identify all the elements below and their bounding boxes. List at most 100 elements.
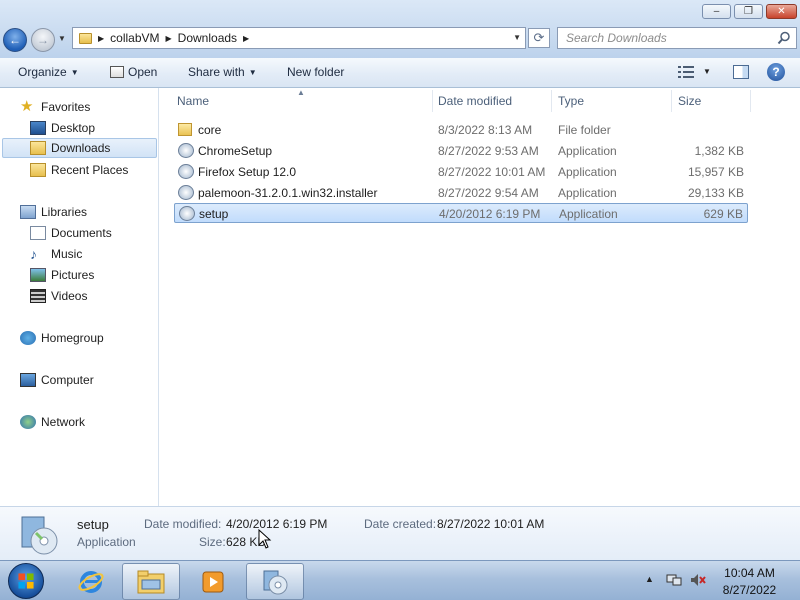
- file-date: 8/3/2022 8:13 AM: [438, 123, 533, 137]
- nav-videos[interactable]: Videos: [30, 286, 156, 306]
- file-type: Application: [558, 144, 617, 158]
- taskbar-windows-explorer[interactable]: [122, 563, 180, 600]
- taskbar-internet-explorer[interactable]: [62, 563, 120, 600]
- file-type: File folder: [558, 123, 611, 137]
- recent-pages-dropdown[interactable]: ▼: [58, 34, 66, 43]
- installer-icon: [178, 164, 194, 179]
- file-row-firefox-setup[interactable]: Firefox Setup 12.0 8/27/2022 10:01 AM Ap…: [174, 162, 748, 182]
- command-bar: Organize ▼ Open Share with ▼ New folder …: [0, 58, 800, 88]
- view-options-icon[interactable]: [678, 66, 694, 78]
- nav-music[interactable]: ♪ Music: [30, 244, 156, 264]
- setup-disc-icon: [21, 516, 58, 555]
- nav-libraries[interactable]: Libraries: [20, 202, 156, 222]
- nav-label: Favorites: [41, 100, 91, 114]
- desktop-icon: [30, 121, 46, 135]
- column-divider[interactable]: [551, 90, 552, 112]
- organize-button[interactable]: Organize ▼: [18, 65, 79, 79]
- show-hidden-icons-button[interactable]: ▲: [645, 574, 654, 584]
- chevron-right-icon[interactable]: ▶: [243, 34, 249, 43]
- file-row-setup[interactable]: setup 4/20/2012 6:19 PM Application 629 …: [174, 203, 748, 223]
- nav-favorites[interactable]: ★ Favorites: [20, 97, 156, 117]
- clock-date[interactable]: 8/27/2022: [712, 583, 787, 597]
- file-size: 629 KB: [703, 207, 743, 221]
- open-button[interactable]: Open: [110, 65, 157, 79]
- volume-muted-icon[interactable]: [690, 573, 706, 587]
- column-header-size[interactable]: Size: [678, 94, 701, 108]
- file-row-palemoon[interactable]: palemoon-31.2.0.1.win32.installer 8/27/2…: [174, 183, 748, 203]
- back-arrow-icon: ←: [9, 33, 21, 47]
- installer-icon: [179, 206, 195, 221]
- nav-label: Recent Places: [51, 163, 129, 177]
- file-row-chromesetup[interactable]: ChromeSetup 8/27/2022 9:53 AM Applicatio…: [174, 141, 748, 161]
- homegroup-icon: [20, 331, 36, 345]
- share-with-button[interactable]: Share with ▼: [188, 65, 257, 79]
- new-folder-label: New folder: [287, 65, 345, 79]
- windows-logo-icon: [18, 573, 34, 589]
- search-box[interactable]: [557, 27, 797, 49]
- setup-disc-icon: [263, 570, 288, 594]
- forward-arrow-icon: →: [37, 33, 49, 47]
- nav-computer[interactable]: Computer: [20, 370, 156, 390]
- taskbar: ▲ 10:04 AM 8/27/2022: [0, 560, 800, 600]
- nav-homegroup[interactable]: Homegroup: [20, 328, 156, 348]
- column-divider[interactable]: [750, 90, 751, 112]
- column-header-type[interactable]: Type: [558, 94, 584, 108]
- breadcrumb-collabvm[interactable]: collabVM: [110, 31, 159, 45]
- column-header-name[interactable]: Name: [177, 94, 209, 108]
- taskbar-media-player[interactable]: [184, 563, 242, 600]
- nav-label: Computer: [41, 373, 94, 387]
- file-list: ▲ Name Date modified Type Size core 8/3/…: [160, 88, 800, 506]
- downloads-folder-icon: [30, 141, 46, 155]
- breadcrumb-downloads[interactable]: Downloads: [178, 31, 237, 45]
- sort-ascending-icon: ▲: [297, 88, 305, 97]
- column-divider[interactable]: [432, 90, 433, 112]
- file-date: 8/27/2022 10:01 AM: [438, 165, 546, 179]
- nav-downloads[interactable]: Downloads: [2, 138, 157, 158]
- preview-pane-icon[interactable]: [733, 65, 749, 79]
- close-button[interactable]: ✕: [766, 4, 797, 19]
- nav-network[interactable]: Network: [20, 412, 156, 432]
- address-bar[interactable]: ▶ collabVM ▶ Downloads ▶ ▼: [72, 27, 526, 49]
- nav-documents[interactable]: Documents: [30, 223, 156, 243]
- chevron-down-icon[interactable]: ▼: [703, 67, 711, 76]
- organize-label: Organize: [18, 65, 67, 79]
- column-divider[interactable]: [671, 90, 672, 112]
- new-folder-button[interactable]: New folder: [287, 65, 344, 79]
- documents-icon: [30, 226, 46, 240]
- back-button[interactable]: ←: [3, 28, 27, 52]
- nav-recent-places[interactable]: Recent Places: [30, 160, 156, 180]
- nav-pictures[interactable]: Pictures: [30, 265, 156, 285]
- chevron-right-icon[interactable]: ▶: [166, 34, 172, 43]
- network-status-icon[interactable]: [666, 573, 682, 587]
- start-button[interactable]: [8, 563, 44, 599]
- star-icon: ★: [20, 98, 34, 115]
- mouse-cursor-icon: [258, 529, 272, 549]
- address-dropdown-icon[interactable]: ▼: [513, 33, 521, 42]
- share-with-label: Share with: [188, 65, 245, 79]
- maximize-button[interactable]: ❐: [734, 4, 763, 19]
- pictures-icon: [30, 268, 46, 282]
- details-pane: setup Application Date modified: 4/20/20…: [0, 506, 800, 560]
- search-icon[interactable]: [777, 31, 791, 45]
- help-icon[interactable]: ?: [767, 63, 785, 81]
- refresh-icon: ⟳: [533, 30, 545, 45]
- installer-icon: [178, 143, 194, 158]
- nav-label: Documents: [51, 226, 112, 240]
- details-size-label: Size:: [199, 535, 226, 549]
- music-note-icon: ♪: [30, 246, 37, 262]
- nav-desktop[interactable]: Desktop: [30, 118, 156, 138]
- file-row-core[interactable]: core 8/3/2022 8:13 AM File folder: [174, 120, 748, 140]
- file-type: Application: [558, 165, 617, 179]
- forward-button[interactable]: →: [31, 28, 55, 52]
- nav-label: Libraries: [41, 205, 88, 219]
- refresh-button[interactable]: ⟳: [528, 28, 550, 48]
- search-input[interactable]: [566, 31, 771, 45]
- nav-label: Downloads: [51, 141, 111, 155]
- minimize-button[interactable]: ‒: [702, 4, 731, 19]
- chevron-right-icon[interactable]: ▶: [98, 34, 104, 43]
- column-header-date-modified[interactable]: Date modified: [438, 94, 512, 108]
- taskbar-setup[interactable]: [246, 563, 304, 600]
- clock-time[interactable]: 10:04 AM: [712, 566, 787, 580]
- open-label: Open: [128, 65, 158, 79]
- folder-icon: [137, 570, 165, 593]
